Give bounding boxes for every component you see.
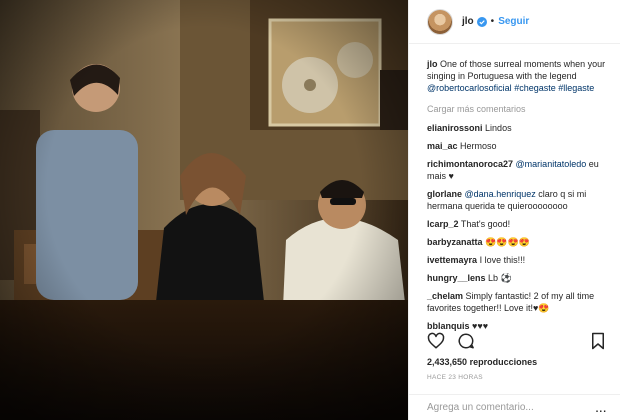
comment-item: lcarp_2 That's good! [427,218,613,230]
save-button[interactable] [590,332,606,350]
follow-button[interactable]: Seguir [498,16,529,27]
post-timestamp[interactable]: HACE 23 HORAS [427,374,483,381]
comment-username[interactable]: barbyzanatta [427,237,483,247]
view-count[interactable]: 2,433,650 reproducciones [427,357,537,367]
comment-item: barbyzanatta 😍😍😍😍 [427,236,613,248]
comment-text: Lindos [485,123,512,133]
verified-badge-icon [476,16,487,27]
add-comment-bar: ... [409,394,620,420]
caption-text: One of those surreal moments when your s… [427,59,606,81]
comment-item: _chelam Simply fantastic! 2 of my all ti… [427,290,613,314]
post-actions [427,332,475,350]
post-video[interactable] [0,0,408,420]
separator-dot: • [490,16,495,27]
caption-username[interactable]: jlo [427,59,438,69]
comment-item: richimontanoroca27 @marianitatoledo eu m… [427,158,613,182]
avatar[interactable] [427,8,453,35]
comment-username[interactable]: hungry__lens [427,273,486,283]
comment-list: jlo One of those surreal moments when yo… [427,58,613,338]
comment-username[interactable]: mai_ac [427,141,458,151]
comment-username[interactable]: bblanquis [427,321,470,331]
view-count-label: reproducciones [469,357,538,367]
comment-username[interactable]: glorlane [427,189,462,199]
comment-text: Hermoso [460,141,497,151]
comment-text: 😍😍😍😍 [485,237,530,247]
comment-item: hungry__lens Lb ⚽ [427,272,613,284]
comment-input[interactable] [427,402,577,413]
speech-bubble-icon [458,333,474,349]
comment-text: Lb ⚽ [488,273,512,283]
comment-text: I love this!!! [479,255,526,265]
instagram-post: jlo • Seguir jlo One of those surreal mo… [0,0,620,420]
like-button[interactable] [427,332,445,350]
comment-text: ♥♥♥ [472,321,489,331]
more-options-button[interactable]: ... [596,404,607,415]
comment-item: bblanquis ♥♥♥ [427,320,613,332]
view-count-number: 2,433,650 [427,357,468,367]
comment-mention-link[interactable]: @marianitatoledo [516,159,587,169]
comment-item: mai_ac Hermoso [427,140,613,152]
comment-username[interactable]: richimontanoroca27 [427,159,513,169]
post-header: jlo • Seguir [409,0,620,44]
comment-item: glorlane @dana.henriquez claro q si mi h… [427,188,613,212]
comment-username[interactable]: elianirossoni [427,123,483,133]
comment-username[interactable]: lcarp_2 [427,219,459,229]
comment-item: ivettemayra I love this!!! [427,254,613,266]
comment-button[interactable] [457,332,475,350]
video-frame [0,0,408,420]
post-caption: jlo One of those surreal moments when yo… [427,58,613,94]
caption-mention-link[interactable]: @robertocarlosoficial [427,83,512,93]
caption-hashtags-link[interactable]: #chegaste #llegaste [514,83,594,93]
post-sidebar: jlo • Seguir jlo One of those surreal mo… [408,0,620,420]
comment-username[interactable]: ivettemayra [427,255,477,265]
heart-icon [427,332,445,349]
comment-username[interactable]: _chelam [427,291,463,301]
comment-text: That's good! [460,219,511,229]
comment-mention-link[interactable]: @dana.henriquez [465,189,536,199]
bookmark-icon [592,332,604,350]
load-more-comments-link[interactable]: Cargar más comentarios [427,103,613,115]
header-username[interactable]: jlo [462,16,474,27]
comment-item: elianirossoni Lindos [427,122,613,134]
